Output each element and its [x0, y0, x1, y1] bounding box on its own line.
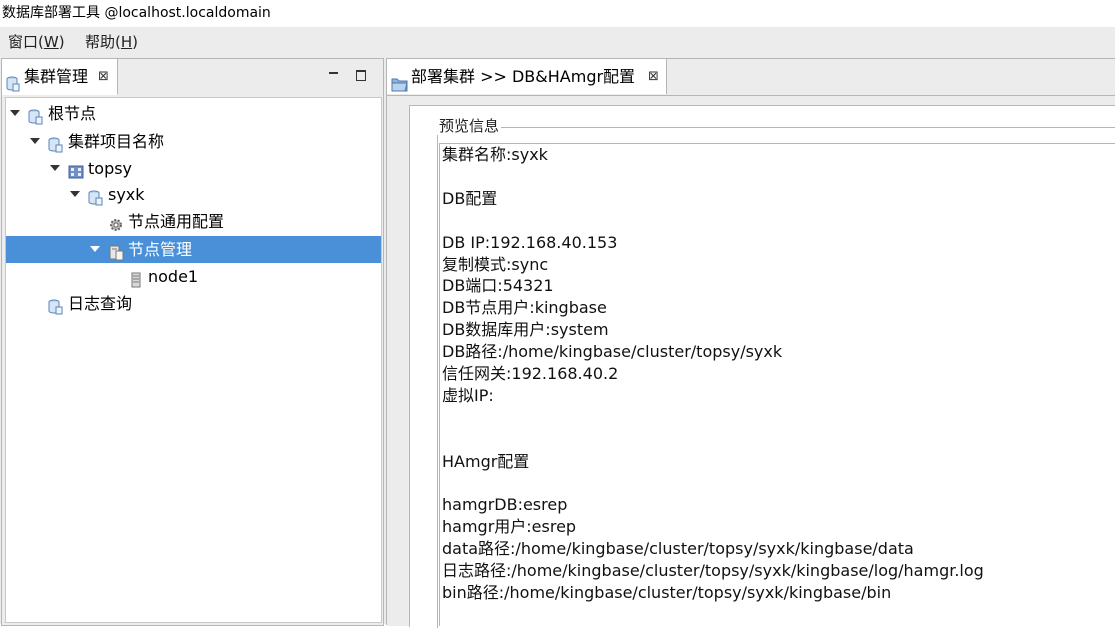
- menubar: 窗口(W) 帮助(H): [0, 27, 1115, 57]
- menu-window-label-end: ): [58, 33, 65, 51]
- preview-group-title: 预览信息: [437, 117, 502, 135]
- tree-item-label: node1: [148, 267, 199, 286]
- tree-item-node1[interactable]: node1: [6, 263, 381, 290]
- menu-window[interactable]: 窗口(W): [8, 27, 65, 57]
- preview-line: DB配置: [442, 188, 498, 208]
- tree-item-label: topsy: [88, 159, 133, 178]
- preview-line: data路径:/home/kingbase/cluster/topsy/syxk…: [442, 539, 914, 559]
- tab-cluster-management-label: 集群管理: [24, 67, 89, 86]
- menu-window-mnemonic: W: [43, 33, 59, 51]
- tree-item-node-management[interactable]: 节点管理: [6, 236, 381, 263]
- cluster-tree: 根节点 集群项目名称 topsy syxk 节点通用配置 节点管理 node1 …: [5, 97, 382, 623]
- expand-arrow-icon[interactable]: [70, 191, 80, 197]
- expand-arrow-icon[interactable]: [50, 165, 60, 171]
- tree-item-label: 节点管理: [128, 240, 193, 259]
- tree-item-log-query[interactable]: 日志查询: [6, 290, 381, 317]
- menu-help[interactable]: 帮助(H): [85, 27, 138, 57]
- tab-cluster-management[interactable]: 集群管理 ⊠: [2, 59, 118, 95]
- close-icon[interactable]: ⊠: [98, 59, 109, 95]
- preview-line: HAmgr配置: [442, 451, 530, 471]
- preview-line: 虚拟IP:: [442, 385, 494, 405]
- menu-help-mnemonic: H: [120, 33, 133, 51]
- cluster-management-view: 集群管理 ⊠ 根节点 集群项目名称 topsy syxk 节点通用配置 节点管理…: [1, 58, 384, 626]
- preview-line: DB IP:192.168.40.153: [442, 232, 618, 252]
- expand-arrow-icon[interactable]: [90, 246, 100, 252]
- view-tabbar: 集群管理 ⊠: [2, 59, 383, 95]
- preview-line: hamgr用户:esrep: [442, 517, 577, 537]
- tab-deploy-cluster[interactable]: 部署集群 >> DB&HAmgr配置 ⊠: [387, 59, 667, 94]
- preview-line: DB节点用户:kingbase: [442, 298, 607, 318]
- preview-line: hamgrDB:esrep: [442, 495, 568, 515]
- db-icon: [48, 296, 63, 323]
- tree-item-topsy[interactable]: topsy: [6, 155, 381, 182]
- tab-deploy-cluster-label: 部署集群 >> DB&HAmgr配置: [411, 67, 636, 86]
- preview-line: DB路径:/home/kingbase/cluster/topsy/syxk: [442, 342, 783, 362]
- preview-line: 信任网关:192.168.40.2: [442, 364, 619, 383]
- preview-line: bin路径:/home/kingbase/cluster/topsy/syxk/…: [442, 583, 892, 602]
- tree-item-label: 节点通用配置: [128, 212, 225, 231]
- tree-item-node-common-config[interactable]: 节点通用配置: [6, 208, 381, 235]
- tree-item-label: syxk: [108, 185, 145, 204]
- editor-area: 部署集群 >> DB&HAmgr配置 ⊠ 预览信息 集群名称:syxk DB配置 D…: [386, 58, 1115, 628]
- tree-item-label: 集群项目名称: [68, 132, 165, 151]
- maximize-icon[interactable]: [356, 70, 366, 81]
- workbench: 集群管理 ⊠ 根节点 集群项目名称 topsy syxk 节点通用配置 节点管理…: [0, 57, 1115, 628]
- minimize-icon[interactable]: [328, 67, 340, 79]
- tree-item-syxk[interactable]: syxk: [6, 181, 381, 208]
- tree-item-label: 根节点: [48, 104, 97, 123]
- menu-help-label: 帮助(: [85, 33, 121, 51]
- preview-line: 集群名称:syxk: [442, 145, 548, 164]
- preview-line: 复制模式:sync: [442, 254, 549, 274]
- tree-item-root[interactable]: 根节点: [6, 100, 381, 127]
- window-title: 数据库部署工具 @localhost.localdomain: [0, 0, 1115, 27]
- close-icon[interactable]: ⊠: [648, 59, 659, 95]
- preview-textarea[interactable]: 集群名称:syxk DB配置 DB IP:192.168.40.153 复制模式:sy…: [439, 143, 1115, 626]
- preview-line: DB端口:54321: [442, 276, 554, 296]
- menu-help-label-end: ): [132, 33, 138, 51]
- expand-arrow-icon[interactable]: [30, 138, 40, 144]
- preview-line: DB数据库用户:system: [442, 320, 609, 340]
- preview-line: 日志路径:/home/kingbase/cluster/topsy/syxk/k…: [442, 561, 984, 581]
- tree-item-label: 日志查询: [68, 294, 133, 313]
- menu-window-label: 窗口(: [8, 33, 44, 51]
- expand-arrow-icon[interactable]: [10, 110, 20, 116]
- tree-item-cluster-project[interactable]: 集群项目名称: [6, 128, 381, 155]
